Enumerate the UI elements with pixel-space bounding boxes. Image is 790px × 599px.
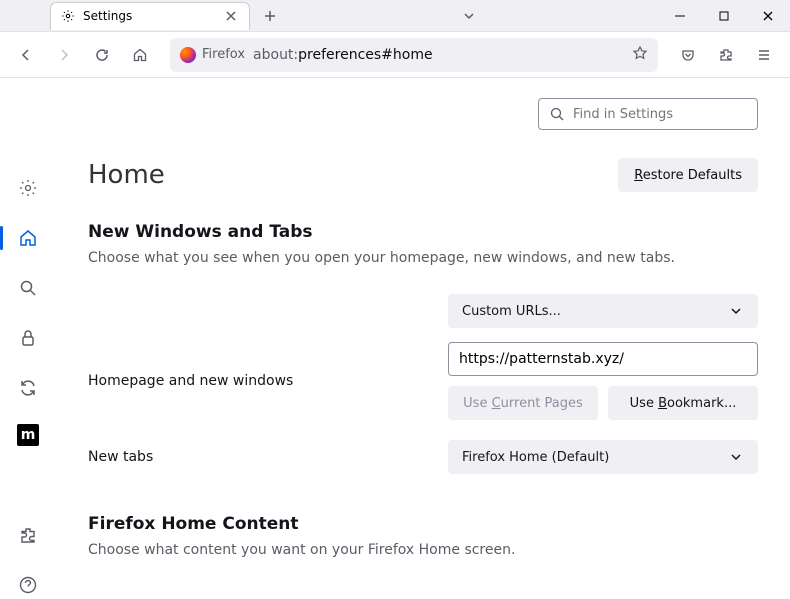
tabs-overflow-button[interactable]: [454, 1, 484, 31]
url-text: about:preferences#home: [253, 47, 624, 63]
sidebar-item-sync[interactable]: [14, 374, 42, 402]
identity-label: Firefox: [202, 47, 245, 62]
home-button[interactable]: [124, 39, 156, 71]
chevron-down-icon: [728, 303, 744, 319]
maximize-button[interactable]: [702, 0, 746, 32]
back-button[interactable]: [10, 39, 42, 71]
sidebar-item-privacy[interactable]: [14, 324, 42, 352]
identity-box[interactable]: Firefox: [180, 47, 245, 63]
window-controls: [658, 0, 790, 32]
close-window-button[interactable]: [746, 0, 790, 32]
search-icon: [549, 106, 565, 122]
url-bar[interactable]: Firefox about:preferences#home: [170, 38, 658, 72]
homepage-url-input[interactable]: [448, 342, 758, 376]
tab-title: Settings: [83, 9, 215, 23]
gear-icon: [61, 9, 75, 23]
browser-tab[interactable]: Settings: [50, 2, 250, 30]
close-icon[interactable]: [223, 8, 239, 24]
forward-button[interactable]: [48, 39, 80, 71]
bookmark-star-icon[interactable]: [632, 45, 648, 65]
browser-toolbar: Firefox about:preferences#home: [0, 32, 790, 78]
section-heading: Firefox Home Content: [88, 514, 758, 534]
new-tab-button[interactable]: [256, 2, 284, 30]
firefox-logo-icon: [180, 47, 196, 63]
select-value: Firefox Home (Default): [462, 450, 609, 465]
window-titlebar: Settings: [0, 0, 790, 32]
pocket-button[interactable]: [672, 39, 704, 71]
use-current-pages-button[interactable]: Use Current Pages: [448, 386, 598, 420]
chevron-down-icon: [728, 449, 744, 465]
sidebar-item-extensions[interactable]: [14, 521, 42, 549]
sidebar-item-general[interactable]: [14, 174, 42, 202]
homepage-mode-select[interactable]: Custom URLs...: [448, 294, 758, 328]
content-area: m Home Restore Defaults New Windows and …: [0, 78, 790, 599]
section-description: Choose what you see when you open your h…: [88, 250, 758, 266]
use-bookmark-button[interactable]: Use Bookmark...: [608, 386, 758, 420]
settings-sidebar: m: [0, 78, 56, 599]
select-value: Custom URLs...: [462, 304, 561, 319]
newtabs-select[interactable]: Firefox Home (Default): [448, 440, 758, 474]
sidebar-item-search[interactable]: [14, 274, 42, 302]
extensions-button[interactable]: [710, 39, 742, 71]
app-menu-button[interactable]: [748, 39, 780, 71]
sidebar-item-more[interactable]: m: [17, 424, 39, 446]
section-heading: New Windows and Tabs: [88, 222, 758, 242]
newtabs-label: New tabs: [88, 449, 388, 465]
restore-defaults-button[interactable]: Restore Defaults: [618, 158, 758, 192]
minimize-button[interactable]: [658, 0, 702, 32]
settings-search[interactable]: [538, 98, 758, 130]
page-title: Home: [88, 160, 165, 190]
homepage-label: Homepage and new windows: [88, 373, 388, 389]
sidebar-item-home[interactable]: [14, 224, 42, 252]
settings-main: Home Restore Defaults New Windows and Ta…: [56, 78, 790, 599]
sidebar-item-help[interactable]: [14, 571, 42, 599]
reload-button[interactable]: [86, 39, 118, 71]
search-input[interactable]: [573, 107, 747, 122]
section-description: Choose what content you want on your Fir…: [88, 542, 758, 558]
